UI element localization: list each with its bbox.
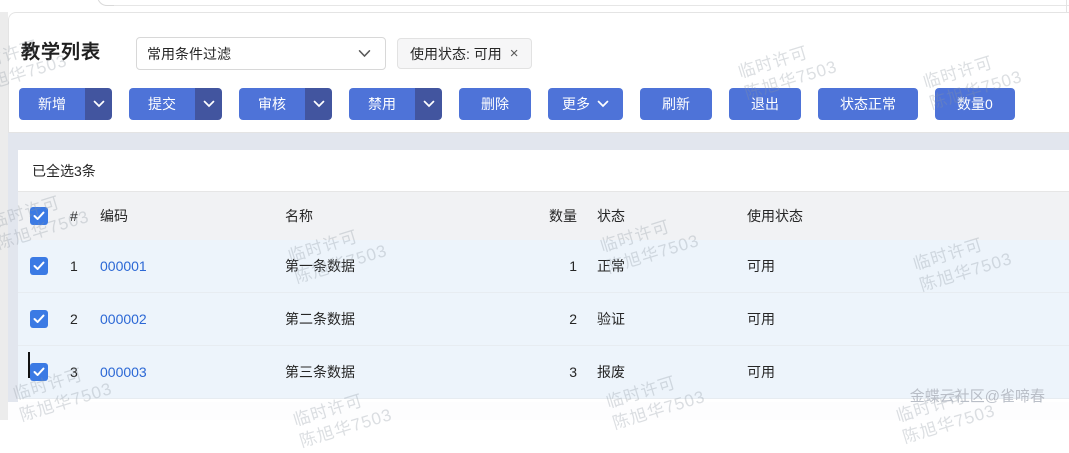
delete-button[interactable]: 删除 — [459, 88, 531, 120]
disable-button-label[interactable]: 禁用 — [349, 88, 415, 120]
community-credit-text: 金蝶云社区@雀啼春 — [910, 385, 1045, 406]
column-header-status[interactable]: 状态 — [581, 206, 731, 226]
filter-tag-close-icon[interactable]: × — [510, 46, 519, 61]
row-checkbox[interactable] — [30, 257, 48, 275]
submit-button[interactable]: 提交 — [129, 88, 222, 120]
table-row[interactable]: 1 000001 第一条数据 1 正常 可用 — [18, 240, 1069, 293]
page-title: 教学列表 — [21, 37, 101, 64]
table-row[interactable]: 2 000002 第二条数据 2 验证 可用 — [18, 293, 1069, 346]
row-usage: 可用 — [731, 362, 1069, 382]
tab-bottom-line — [112, 5, 1069, 6]
row-name: 第二条数据 — [277, 309, 493, 329]
row-checkbox[interactable] — [30, 310, 48, 328]
row-checkbox[interactable] — [30, 363, 48, 381]
toolbar-button-row: 新增 提交 审核 禁用 — [19, 88, 1015, 120]
column-header-code[interactable]: 编码 — [92, 206, 277, 226]
row-code-link[interactable]: 000003 — [100, 364, 147, 380]
more-button[interactable]: 更多 — [548, 88, 623, 120]
row-name: 第三条数据 — [277, 362, 493, 382]
submit-button-label[interactable]: 提交 — [129, 88, 195, 120]
column-header-qty[interactable]: 数量 — [493, 206, 581, 226]
section-gap-band — [8, 133, 1069, 150]
filter-tag-usage-status[interactable]: 使用状态: 可用 × — [397, 38, 532, 69]
row-code-link[interactable]: 000001 — [100, 258, 147, 274]
more-button-chevron-down-icon — [597, 100, 609, 108]
table-header-row: # 编码 名称 数量 状态 使用状态 — [18, 192, 1069, 240]
tab-corner — [97, 0, 114, 6]
add-button-label[interactable]: 新增 — [19, 88, 85, 120]
audit-button[interactable]: 审核 — [239, 88, 332, 120]
audit-button-label[interactable]: 审核 — [239, 88, 305, 120]
grid-left-rail — [8, 150, 18, 402]
title-row: 教学列表 常用条件过滤 使用状态: 可用 × — [9, 13, 1069, 87]
data-grid-panel: 已全选3条 # 编码 名称 数量 状态 使用状态 1 0000 — [18, 150, 1069, 402]
selection-summary-bar: 已全选3条 — [18, 150, 1069, 192]
selection-summary-text: 已全选3条 — [32, 161, 96, 181]
row-status: 正常 — [581, 256, 731, 276]
exit-button[interactable]: 退出 — [729, 88, 801, 120]
row-index: 1 — [62, 258, 92, 274]
text-cursor-artifact — [28, 352, 30, 378]
row-usage: 可用 — [731, 309, 1069, 329]
row-qty: 2 — [493, 311, 581, 327]
filter-scheme-dropdown-value: 常用条件过滤 — [147, 44, 358, 64]
column-header-usage[interactable]: 使用状态 — [731, 206, 1069, 226]
column-header-name[interactable]: 名称 — [277, 206, 493, 226]
row-name: 第一条数据 — [277, 256, 493, 276]
disable-button-chevron-down-icon[interactable] — [415, 88, 442, 120]
filter-tag-label: 使用状态: 可用 — [410, 44, 502, 64]
row-qty: 1 — [493, 258, 581, 274]
row-usage: 可用 — [731, 256, 1069, 276]
row-code-link[interactable]: 000002 — [100, 311, 147, 327]
quantity-button[interactable]: 数量0 — [935, 88, 1015, 120]
row-index: 2 — [62, 311, 92, 327]
status-normal-button[interactable]: 状态正常 — [818, 88, 918, 120]
app-window: 教学列表 常用条件过滤 使用状态: 可用 × 新增 提交 — [0, 0, 1069, 420]
row-index: 3 — [62, 364, 92, 380]
submit-button-chevron-down-icon[interactable] — [195, 88, 222, 120]
toolbar-panel: 教学列表 常用条件过滤 使用状态: 可用 × 新增 提交 — [8, 12, 1069, 133]
filter-scheme-dropdown[interactable]: 常用条件过滤 — [136, 37, 386, 70]
top-strip — [0, 0, 1069, 12]
audit-button-chevron-down-icon[interactable] — [305, 88, 332, 120]
row-qty: 3 — [493, 364, 581, 380]
row-status: 验证 — [581, 309, 731, 329]
data-table: # 编码 名称 数量 状态 使用状态 1 000001 第一条数据 1 正常 可… — [18, 192, 1069, 399]
add-button-chevron-down-icon[interactable] — [85, 88, 112, 120]
row-status: 报废 — [581, 362, 731, 382]
disable-button[interactable]: 禁用 — [349, 88, 442, 120]
more-button-label: 更多 — [562, 94, 590, 114]
refresh-button[interactable]: 刷新 — [640, 88, 712, 120]
chevron-down-icon — [358, 49, 371, 58]
select-all-checkbox[interactable] — [30, 207, 48, 225]
add-button[interactable]: 新增 — [19, 88, 112, 120]
column-header-index[interactable]: # — [62, 208, 92, 224]
left-margin-strip — [0, 12, 8, 420]
